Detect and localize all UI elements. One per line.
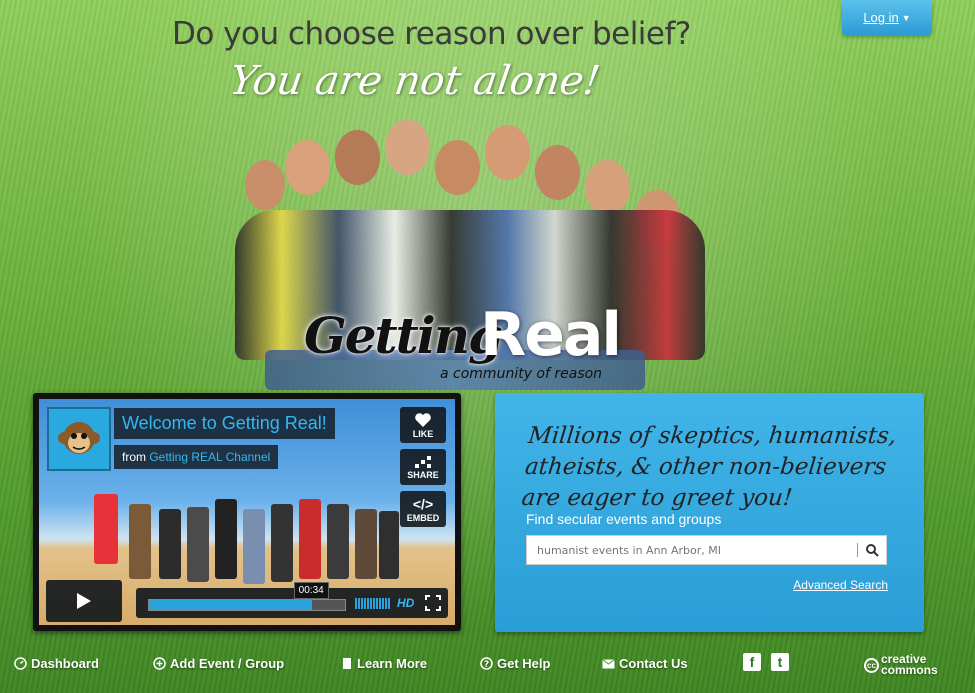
chevron-down-icon: ▼ (901, 12, 911, 23)
share-label: SHARE (407, 469, 439, 480)
plus-circle-icon (153, 657, 166, 670)
fullscreen-icon[interactable] (425, 595, 441, 611)
facebook-icon[interactable]: f (743, 653, 761, 671)
advanced-search-link[interactable]: Advanced Search (793, 578, 888, 592)
footer-dashboard[interactable]: Dashboard (14, 656, 99, 671)
footer-nav: Dashboard Add Event / Group Learn More ?… (0, 652, 975, 682)
footer-add-label: Add Event / Group (170, 656, 285, 671)
creative-commons-badge[interactable]: cc creative commons (864, 653, 938, 677)
like-label: LIKE (412, 428, 434, 439)
video-from: from Getting REAL Channel (114, 445, 279, 469)
search-button[interactable] (858, 536, 886, 564)
play-icon (77, 593, 91, 609)
share-button[interactable]: SHARE (400, 449, 446, 485)
progress-track[interactable]: 00:34 (148, 582, 346, 611)
site-logo: Getting Real a community of reason (300, 300, 622, 390)
search-box (526, 535, 887, 565)
share-icon (415, 455, 431, 468)
cc-line2: commons (881, 663, 938, 677)
hd-toggle[interactable]: HD (397, 596, 414, 610)
video-controls: 00:34 HD (136, 582, 448, 618)
volume-control[interactable] (355, 598, 390, 609)
embed-label: EMBED (406, 512, 440, 523)
play-button[interactable] (46, 580, 122, 622)
twitter-icon[interactable]: t (771, 653, 789, 671)
subline: You are not alone! (226, 58, 603, 104)
envelope-icon (602, 657, 615, 670)
footer-dashboard-label: Dashboard (31, 656, 99, 671)
video-screen[interactable]: Welcome to Getting Real! from Getting RE… (39, 399, 455, 625)
progress-fill (149, 600, 312, 610)
time-indicator: 00:34 (293, 582, 329, 599)
footer-contact-us[interactable]: Contact Us (602, 656, 688, 671)
embed-button[interactable]: </> EMBED (400, 491, 446, 527)
logo-tagline: a community of reason (440, 366, 603, 382)
login-button[interactable]: Log in ▼ (842, 0, 932, 35)
search-input[interactable] (527, 536, 857, 564)
video-player[interactable]: Welcome to Getting Real! from Getting RE… (33, 393, 461, 631)
video-title[interactable]: Welcome to Getting Real! (114, 408, 335, 439)
footer-add-event-group[interactable]: Add Event / Group (153, 656, 284, 671)
cc-icon: cc (864, 657, 879, 673)
login-label: Log in (863, 10, 899, 25)
footer-get-help[interactable]: ? Get Help (480, 656, 550, 671)
channel-avatar[interactable] (47, 407, 111, 471)
logo-word-getting: Getting (304, 306, 503, 365)
headline: Do you choose reason over belief? (172, 16, 691, 52)
panel-heading: Millions of skeptics, humanists, atheist… (520, 423, 898, 511)
search-icon (865, 543, 879, 557)
monkey-icon (58, 422, 100, 454)
search-label: Find secular events and groups (526, 511, 722, 527)
code-icon: </> (412, 495, 434, 512)
footer-learn-label: Learn More (357, 656, 428, 671)
heart-icon (415, 412, 431, 427)
question-icon: ? (480, 657, 493, 670)
footer-help-label: Get Help (497, 656, 551, 671)
book-icon (340, 657, 353, 670)
channel-link[interactable]: Getting REAL Channel (149, 450, 270, 464)
footer-learn-more[interactable]: Learn More (340, 656, 427, 671)
like-button[interactable]: LIKE (400, 407, 446, 443)
from-label: from (122, 450, 146, 464)
logo-word-real: Real (480, 300, 622, 370)
dashboard-icon (14, 657, 27, 670)
svg-text:?: ? (484, 660, 489, 670)
search-panel: Millions of skeptics, humanists, atheist… (495, 393, 924, 632)
footer-contact-label: Contact Us (619, 656, 688, 671)
